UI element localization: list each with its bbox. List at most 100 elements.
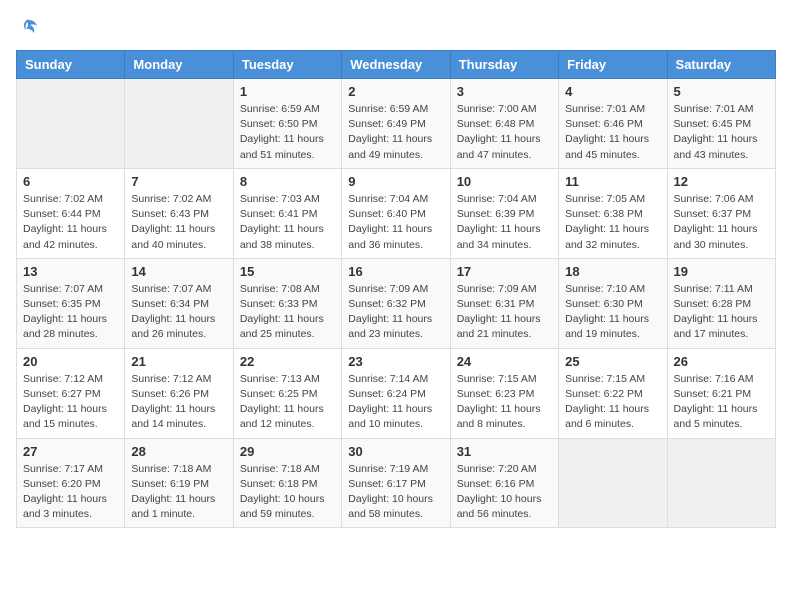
day-info: Sunrise: 7:03 AM Sunset: 6:41 PM Dayligh… <box>240 192 335 253</box>
day-number: 3 <box>457 84 552 99</box>
calendar-table: SundayMondayTuesdayWednesdayThursdayFrid… <box>16 50 776 528</box>
day-info: Sunrise: 7:04 AM Sunset: 6:39 PM Dayligh… <box>457 192 552 253</box>
day-info: Sunrise: 7:08 AM Sunset: 6:33 PM Dayligh… <box>240 282 335 343</box>
day-info: Sunrise: 7:18 AM Sunset: 6:19 PM Dayligh… <box>131 462 226 523</box>
day-number: 12 <box>674 174 769 189</box>
day-number: 1 <box>240 84 335 99</box>
day-info: Sunrise: 7:01 AM Sunset: 6:45 PM Dayligh… <box>674 102 769 163</box>
weekday-header-saturday: Saturday <box>667 51 775 79</box>
day-info: Sunrise: 7:20 AM Sunset: 6:16 PM Dayligh… <box>457 462 552 523</box>
day-info: Sunrise: 7:00 AM Sunset: 6:48 PM Dayligh… <box>457 102 552 163</box>
day-number: 27 <box>23 444 118 459</box>
calendar-cell: 14 Sunrise: 7:07 AM Sunset: 6:34 PM Dayli… <box>125 258 233 348</box>
calendar-cell: 5 Sunrise: 7:01 AM Sunset: 6:45 PM Daylig… <box>667 79 775 169</box>
day-info: Sunrise: 7:12 AM Sunset: 6:26 PM Dayligh… <box>131 372 226 433</box>
day-info: Sunrise: 7:07 AM Sunset: 6:35 PM Dayligh… <box>23 282 118 343</box>
day-number: 11 <box>565 174 660 189</box>
calendar-cell: 10 Sunrise: 7:04 AM Sunset: 6:39 PM Dayli… <box>450 168 558 258</box>
day-number: 28 <box>131 444 226 459</box>
day-info: Sunrise: 7:02 AM Sunset: 6:43 PM Dayligh… <box>131 192 226 253</box>
weekday-header-row: SundayMondayTuesdayWednesdayThursdayFrid… <box>17 51 776 79</box>
calendar-cell: 26Sunrise: 7:16 AM Sunset: 6:21 PM Dayli… <box>667 348 775 438</box>
day-number: 29 <box>240 444 335 459</box>
logo-bird-icon <box>18 16 40 38</box>
day-info: Sunrise: 7:13 AM Sunset: 6:25 PM Dayligh… <box>240 372 335 433</box>
week-row-1: 1Sunrise: 6:59 AM Sunset: 6:50 PM Daylig… <box>17 79 776 169</box>
calendar-cell: 13Sunrise: 7:07 AM Sunset: 6:35 PM Dayli… <box>17 258 125 348</box>
day-info: Sunrise: 7:09 AM Sunset: 6:31 PM Dayligh… <box>457 282 552 343</box>
day-info: Sunrise: 7:19 AM Sunset: 6:17 PM Dayligh… <box>348 462 443 523</box>
day-number: 8 <box>240 174 335 189</box>
calendar-cell: 7 Sunrise: 7:02 AM Sunset: 6:43 PM Daylig… <box>125 168 233 258</box>
day-number: 26 <box>674 354 769 369</box>
day-info: Sunrise: 7:17 AM Sunset: 6:20 PM Dayligh… <box>23 462 118 523</box>
week-row-5: 27 Sunrise: 7:17 AM Sunset: 6:20 PM Dayli… <box>17 438 776 528</box>
weekday-header-sunday: Sunday <box>17 51 125 79</box>
day-info: Sunrise: 7:06 AM Sunset: 6:37 PM Dayligh… <box>674 192 769 253</box>
day-info: Sunrise: 7:14 AM Sunset: 6:24 PM Dayligh… <box>348 372 443 433</box>
calendar-cell: 6 Sunrise: 7:02 AM Sunset: 6:44 PM Daylig… <box>17 168 125 258</box>
weekday-header-friday: Friday <box>559 51 667 79</box>
day-info: Sunrise: 7:10 AM Sunset: 6:30 PM Dayligh… <box>565 282 660 343</box>
calendar-cell: 18 Sunrise: 7:10 AM Sunset: 6:30 PM Dayli… <box>559 258 667 348</box>
day-number: 19 <box>674 264 769 279</box>
calendar-cell: 19 Sunrise: 7:11 AM Sunset: 6:28 PM Dayli… <box>667 258 775 348</box>
weekday-header-tuesday: Tuesday <box>233 51 341 79</box>
calendar-cell: 12 Sunrise: 7:06 AM Sunset: 6:37 PM Dayli… <box>667 168 775 258</box>
calendar-cell: 25 Sunrise: 7:15 AM Sunset: 6:22 PM Dayli… <box>559 348 667 438</box>
week-row-2: 6 Sunrise: 7:02 AM Sunset: 6:44 PM Daylig… <box>17 168 776 258</box>
calendar-cell: 17 Sunrise: 7:09 AM Sunset: 6:31 PM Dayli… <box>450 258 558 348</box>
day-info: Sunrise: 7:04 AM Sunset: 6:40 PM Dayligh… <box>348 192 443 253</box>
calendar-cell <box>667 438 775 528</box>
calendar-cell: 3 Sunrise: 7:00 AM Sunset: 6:48 PM Daylig… <box>450 79 558 169</box>
calendar-cell: 27 Sunrise: 7:17 AM Sunset: 6:20 PM Dayli… <box>17 438 125 528</box>
calendar-cell: 31 Sunrise: 7:20 AM Sunset: 6:16 PM Dayli… <box>450 438 558 528</box>
day-number: 14 <box>131 264 226 279</box>
calendar-cell: 9 Sunrise: 7:04 AM Sunset: 6:40 PM Daylig… <box>342 168 450 258</box>
day-number: 31 <box>457 444 552 459</box>
week-row-3: 13Sunrise: 7:07 AM Sunset: 6:35 PM Dayli… <box>17 258 776 348</box>
day-number: 9 <box>348 174 443 189</box>
weekday-header-wednesday: Wednesday <box>342 51 450 79</box>
day-number: 21 <box>131 354 226 369</box>
weekday-header-monday: Monday <box>125 51 233 79</box>
day-number: 17 <box>457 264 552 279</box>
day-number: 24 <box>457 354 552 369</box>
calendar-cell: 24 Sunrise: 7:15 AM Sunset: 6:23 PM Dayli… <box>450 348 558 438</box>
calendar-cell <box>125 79 233 169</box>
day-info: Sunrise: 7:05 AM Sunset: 6:38 PM Dayligh… <box>565 192 660 253</box>
day-number: 22 <box>240 354 335 369</box>
day-info: Sunrise: 7:07 AM Sunset: 6:34 PM Dayligh… <box>131 282 226 343</box>
day-info: Sunrise: 7:15 AM Sunset: 6:23 PM Dayligh… <box>457 372 552 433</box>
weekday-header-thursday: Thursday <box>450 51 558 79</box>
logo <box>16 16 40 38</box>
day-info: Sunrise: 7:11 AM Sunset: 6:28 PM Dayligh… <box>674 282 769 343</box>
calendar-cell: 15Sunrise: 7:08 AM Sunset: 6:33 PM Dayli… <box>233 258 341 348</box>
day-info: Sunrise: 7:01 AM Sunset: 6:46 PM Dayligh… <box>565 102 660 163</box>
calendar-body: 1Sunrise: 6:59 AM Sunset: 6:50 PM Daylig… <box>17 79 776 528</box>
calendar-cell: 23Sunrise: 7:14 AM Sunset: 6:24 PM Dayli… <box>342 348 450 438</box>
calendar-cell: 4Sunrise: 7:01 AM Sunset: 6:46 PM Daylig… <box>559 79 667 169</box>
day-number: 18 <box>565 264 660 279</box>
calendar-cell: 11 Sunrise: 7:05 AM Sunset: 6:38 PM Dayli… <box>559 168 667 258</box>
calendar-cell: 29 Sunrise: 7:18 AM Sunset: 6:18 PM Dayli… <box>233 438 341 528</box>
day-number: 10 <box>457 174 552 189</box>
day-number: 30 <box>348 444 443 459</box>
calendar-cell: 1Sunrise: 6:59 AM Sunset: 6:50 PM Daylig… <box>233 79 341 169</box>
day-number: 2 <box>348 84 443 99</box>
header <box>16 16 776 38</box>
calendar-cell: 21 Sunrise: 7:12 AM Sunset: 6:26 PM Dayli… <box>125 348 233 438</box>
day-info: Sunrise: 7:09 AM Sunset: 6:32 PM Dayligh… <box>348 282 443 343</box>
day-info: Sunrise: 7:18 AM Sunset: 6:18 PM Dayligh… <box>240 462 335 523</box>
day-number: 7 <box>131 174 226 189</box>
day-number: 5 <box>674 84 769 99</box>
day-number: 6 <box>23 174 118 189</box>
calendar-cell <box>559 438 667 528</box>
day-number: 25 <box>565 354 660 369</box>
day-info: Sunrise: 7:02 AM Sunset: 6:44 PM Dayligh… <box>23 192 118 253</box>
calendar-cell: 22 Sunrise: 7:13 AM Sunset: 6:25 PM Dayli… <box>233 348 341 438</box>
day-info: Sunrise: 7:15 AM Sunset: 6:22 PM Dayligh… <box>565 372 660 433</box>
day-info: Sunrise: 6:59 AM Sunset: 6:49 PM Dayligh… <box>348 102 443 163</box>
calendar-cell: 2 Sunrise: 6:59 AM Sunset: 6:49 PM Daylig… <box>342 79 450 169</box>
day-number: 20 <box>23 354 118 369</box>
